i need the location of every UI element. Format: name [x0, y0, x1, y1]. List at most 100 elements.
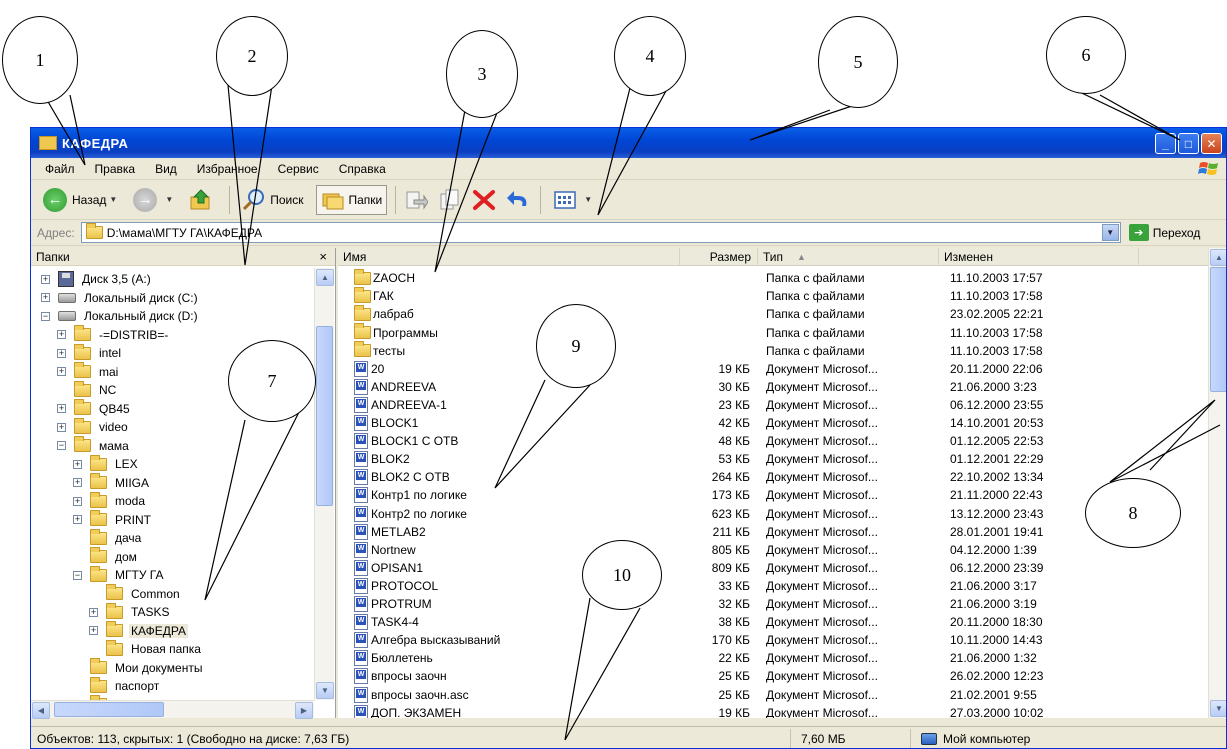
expand-icon[interactable]: + — [57, 367, 66, 377]
expand-icon[interactable]: + — [73, 459, 82, 469]
tree-item[interactable]: + MIIGA — [73, 473, 151, 493]
file-row[interactable]: OPISAN1 809 КБ Документ Microsof... 06.12.2… — [338, 559, 1208, 578]
tree-item[interactable]: + QB45 — [57, 399, 132, 419]
expand-icon[interactable]: + — [41, 293, 50, 303]
tree-item[interactable]: Common — [89, 584, 182, 604]
address-input[interactable]: D:\мама\МГТУ ГА\КАФЕДРА ▼ — [80, 222, 1121, 243]
tree-item[interactable]: + TASKS — [89, 602, 171, 622]
file-row[interactable]: PROTOCOL 33 КБ Документ Microsof... 21.06.2… — [338, 577, 1208, 596]
tree-item[interactable]: + Локальный диск (C:) — [41, 289, 200, 308]
tree-item[interactable]: + -=DISTRIB=- — [57, 325, 170, 345]
file-row[interactable]: тесты Папка с файлами 11.10.2003 17:58 — [338, 341, 1208, 360]
file-row[interactable]: Программы Папка с файлами 11.10.2003 17:58 — [338, 323, 1208, 342]
collapse-icon[interactable]: − — [41, 311, 50, 321]
expand-icon[interactable]: + — [57, 422, 66, 432]
dropdown-arrow-icon[interactable]: ▼ — [165, 195, 173, 204]
scroll-right-icon[interactable]: ▶ — [295, 702, 313, 719]
file-row[interactable]: Контр1 по логике 173 КБ Документ Microsof.… — [338, 486, 1208, 505]
tree-item[interactable]: + moda — [73, 491, 147, 511]
file-row[interactable]: лабраб Папка с файлами 23.02.2005 22:21 — [338, 304, 1208, 324]
tree-item[interactable]: Новая папка — [89, 639, 203, 659]
file-row[interactable]: 20 19 КБ Документ Microsof... 20.11.2000 22… — [338, 360, 1208, 379]
expand-icon[interactable]: + — [41, 274, 50, 284]
scrollbar-thumb[interactable] — [1210, 267, 1226, 392]
expand-icon[interactable]: + — [57, 404, 66, 414]
file-row[interactable]: Контр2 по логике 623 КБ Документ Microsof.… — [338, 504, 1208, 523]
back-button[interactable]: ← Назад ▼ — [39, 185, 121, 215]
tree-item[interactable]: + Диск 3,5 (A:) — [41, 270, 153, 289]
scrollbar-thumb[interactable] — [316, 326, 333, 506]
file-row[interactable]: BLOCK1 C OTB 48 КБ Документ Microsof... 01.… — [338, 432, 1208, 451]
scroll-left-icon[interactable]: ◀ — [32, 702, 50, 719]
file-row[interactable]: ANDREEVA-1 23 КБ Документ Microsof... 06.12… — [338, 396, 1208, 415]
file-row[interactable]: ZAOCH Папка с файлами 11.10.2003 17:57 — [338, 269, 1208, 288]
file-row[interactable]: ДОП. ЭКЗАМЕН 19 КБ Документ Microsof... 27.… — [338, 703, 1208, 718]
file-row[interactable]: Бюллетень 22 КБ Документ Microsof... 21.06.… — [338, 649, 1208, 668]
file-row[interactable]: METLAB2211 КБДокумент Microsof...28.01.2… — [338, 522, 1208, 541]
menu-view[interactable]: Вид — [155, 162, 177, 176]
expand-icon[interactable]: + — [89, 626, 98, 636]
maximize-button[interactable]: □ — [1178, 133, 1199, 154]
up-button[interactable] — [185, 185, 221, 215]
search-button[interactable]: Поиск — [238, 185, 307, 215]
go-button[interactable]: ➔ Переход — [1128, 224, 1200, 241]
file-row[interactable]: впросы заочн.asc 25 КБ Документ Microsof..… — [338, 685, 1208, 704]
title-bar[interactable]: КАФЕДРА _ □ ✕ — [31, 128, 1226, 158]
tree-item[interactable]: + LEX — [73, 454, 140, 474]
address-dropdown-button[interactable]: ▼ — [1101, 224, 1119, 241]
tree-item[interactable]: NC — [57, 380, 118, 400]
tree-item[interactable]: + КАФЕДРА — [89, 621, 189, 641]
file-row[interactable]: Nortnew 805 КБ Документ Microsof... 04.12.2… — [338, 541, 1208, 560]
file-row[interactable]: ГАК Папка с файлами 11.10.2003 17:58 — [338, 286, 1208, 306]
folder-tree-horizontal-scrollbar[interactable]: ◀ ▶ — [31, 700, 314, 719]
scroll-up-icon[interactable]: ▲ — [316, 269, 334, 286]
expand-icon[interactable]: + — [57, 330, 66, 340]
folder-tree-vertical-scrollbar[interactable]: ▲ ▼ — [314, 268, 334, 700]
file-row[interactable]: TASK4-4 38 КБ Документ Microsof... 20.11.20… — [338, 613, 1208, 632]
scroll-down-icon[interactable]: ▼ — [316, 682, 334, 699]
menu-help[interactable]: Справка — [339, 162, 386, 176]
column-type[interactable]: Тип ▲ — [758, 248, 939, 266]
views-button[interactable]: ▼ — [549, 185, 596, 215]
scrollbar-thumb[interactable] — [54, 702, 164, 717]
expand-icon[interactable]: + — [73, 478, 82, 488]
close-button[interactable]: ✕ — [1201, 133, 1222, 154]
tree-item[interactable]: − МГТУ ГА — [73, 565, 165, 585]
file-row[interactable]: BLOK2 C OTB264 КБДокумент Microsof...22.… — [338, 468, 1208, 487]
file-row[interactable]: ANDREEVA 30 КБ Документ Microsof... 21.06.2… — [338, 378, 1208, 397]
file-row[interactable]: PROTRUM 32 КБ Документ Microsof... 21.06.20… — [338, 595, 1208, 614]
tree-item[interactable]: + intel — [57, 343, 123, 363]
expand-icon[interactable]: + — [73, 496, 82, 506]
dropdown-arrow-icon[interactable]: ▼ — [584, 195, 592, 204]
folders-button[interactable]: Папки — [315, 184, 388, 215]
file-row[interactable]: BLOCK1 42 КБ Документ Microsof... 14.10.200… — [338, 414, 1208, 433]
scroll-down-icon[interactable]: ▼ — [1210, 700, 1226, 717]
tree-item[interactable]: − мама — [57, 436, 131, 456]
column-size[interactable]: Размер — [680, 248, 758, 266]
expand-icon[interactable]: + — [57, 348, 66, 358]
collapse-icon[interactable]: − — [57, 441, 66, 451]
tree-item[interactable]: − Локальный диск (D:) — [41, 307, 200, 326]
expand-icon[interactable]: + — [73, 515, 82, 525]
menu-edit[interactable]: Правка — [95, 162, 136, 176]
tree-item[interactable]: паспорт — [73, 676, 161, 696]
menu-tools[interactable]: Сервис — [278, 162, 319, 176]
expand-icon[interactable]: + — [89, 607, 98, 617]
column-name[interactable]: Имя — [338, 248, 680, 266]
forward-button[interactable]: → ▼ — [129, 185, 177, 215]
menu-favorites[interactable]: Избранное — [197, 162, 258, 176]
file-list-vertical-scrollbar[interactable]: ▲ ▼ — [1208, 248, 1226, 718]
file-row[interactable]: Алгебра высказываний 170 КБ Документ Micro… — [338, 631, 1208, 650]
delete-icon[interactable] — [472, 188, 496, 212]
file-row[interactable]: BLOK2 53 КБ Документ Microsof... 01.12.2001… — [338, 450, 1208, 469]
move-to-icon[interactable] — [404, 188, 429, 212]
close-pane-button[interactable]: × — [319, 249, 327, 264]
copy-to-icon[interactable] — [438, 188, 462, 212]
collapse-icon[interactable]: − — [73, 570, 82, 580]
minimize-button[interactable]: _ — [1155, 133, 1176, 154]
tree-item[interactable]: дом — [73, 547, 139, 567]
scroll-up-icon[interactable]: ▲ — [1210, 249, 1226, 266]
tree-item[interactable]: + PRINT — [73, 510, 153, 530]
tree-item[interactable]: Мои документы — [73, 658, 204, 678]
menu-file[interactable]: Файл — [45, 162, 75, 176]
